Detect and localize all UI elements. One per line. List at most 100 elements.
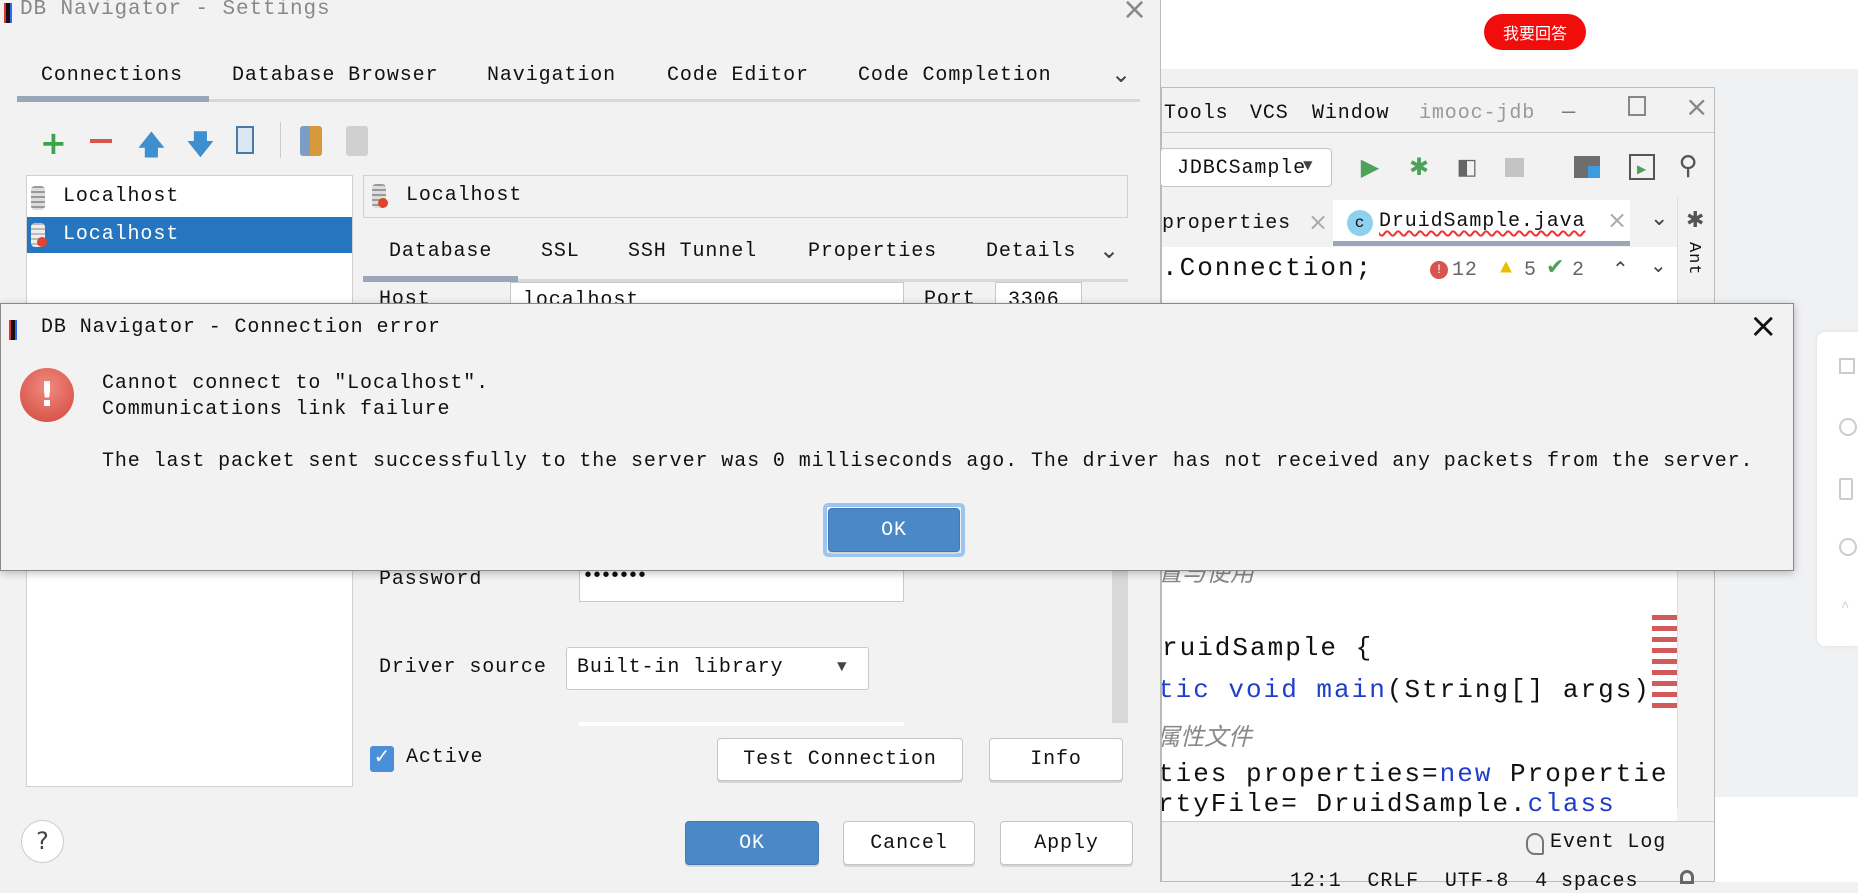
driver-source-select[interactable]: Built-in library ▼ xyxy=(566,647,869,690)
duplicate-icon[interactable] xyxy=(236,126,254,154)
scroll-top-icon[interactable]: ^ xyxy=(1841,600,1849,616)
next-highlight-icon[interactable]: ⌄ xyxy=(1650,253,1667,279)
coverage-icon[interactable]: ◧ xyxy=(1454,154,1480,182)
list-item-selected[interactable]: Localhost xyxy=(27,217,352,253)
tab-database[interactable]: Database xyxy=(389,240,492,263)
feedback-icon[interactable] xyxy=(1839,358,1855,374)
close-button[interactable]: × xyxy=(1685,90,1708,123)
error-stripe-marks[interactable] xyxy=(1652,615,1677,712)
code-line: tic void main(String[] args) xyxy=(1162,675,1651,705)
tabs-more-icon[interactable]: ⌄ xyxy=(1111,60,1131,90)
app-icon xyxy=(9,320,17,340)
tab-label: properties xyxy=(1162,212,1292,235)
stop-icon[interactable] xyxy=(1505,158,1524,177)
ant-label[interactable]: Ant xyxy=(1684,242,1703,275)
error-message-line1: Cannot connect to "Localhost". xyxy=(102,372,490,395)
code-line: ruidSample { xyxy=(1162,633,1374,663)
menu-window[interactable]: Window xyxy=(1312,102,1389,125)
error-count-icon: ! xyxy=(1430,261,1448,279)
help-button[interactable]: ? xyxy=(21,820,64,863)
error-count: 12 xyxy=(1452,259,1478,282)
run-icon[interactable]: ▶ xyxy=(1358,154,1382,183)
project-structure-icon[interactable] xyxy=(1574,156,1600,178)
maximize-button[interactable] xyxy=(1628,96,1646,116)
active-subtab-indicator xyxy=(363,276,518,282)
add-connection-icon[interactable]: + xyxy=(40,124,67,162)
connection-label: Localhost xyxy=(63,185,180,208)
help-icon[interactable] xyxy=(1839,418,1857,436)
chevron-down-icon: ▼ xyxy=(837,658,847,676)
run-config-select[interactable]: JDBCSample ▼ xyxy=(1160,148,1332,187)
settings-tabs: Connections Database Browser Navigation … xyxy=(17,60,1140,102)
tab-properties[interactable]: properties × xyxy=(1162,206,1332,246)
prev-highlight-icon[interactable]: ⌃ xyxy=(1612,257,1629,283)
tab-navigation[interactable]: Navigation xyxy=(487,64,616,87)
ant-icon[interactable]: ✱ xyxy=(1686,208,1704,234)
menu-tools[interactable]: Tools xyxy=(1164,102,1229,125)
list-item[interactable]: Localhost xyxy=(27,178,352,216)
tab-properties[interactable]: Properties xyxy=(808,240,937,263)
database-error-icon xyxy=(372,184,388,208)
dialog-title: DB Navigator - Settings xyxy=(20,0,331,21)
tab-ssh-tunnel[interactable]: SSH Tunnel xyxy=(628,240,757,263)
terminal-icon[interactable]: ▶ xyxy=(1629,154,1655,180)
event-log-button[interactable]: Event Log xyxy=(1550,831,1666,854)
active-tab-indicator xyxy=(17,96,209,102)
code-line: ties properties=new Propertie xyxy=(1162,759,1668,789)
tab-label: DruidSample.java xyxy=(1379,210,1586,233)
connection-error-dialog: DB Navigator - Connection error × ! Cann… xyxy=(0,303,1794,571)
tab-druidsample-java[interactable]: c DruidSample.java × xyxy=(1333,200,1630,246)
move-down-icon[interactable]: 🡇 xyxy=(186,124,215,172)
divider xyxy=(280,122,281,158)
cancel-button[interactable]: Cancel xyxy=(843,821,975,865)
phone-icon[interactable] xyxy=(1839,478,1853,500)
close-button[interactable]: × xyxy=(1749,306,1778,346)
info-button[interactable]: Info xyxy=(989,738,1123,781)
tab-connections[interactable]: Connections xyxy=(41,64,183,87)
menu-vcs[interactable]: VCS xyxy=(1250,102,1289,125)
connection-label: Localhost xyxy=(63,223,180,246)
chat-icon[interactable] xyxy=(1839,538,1857,556)
close-button[interactable]: × xyxy=(1122,0,1147,27)
divider xyxy=(1162,132,1714,133)
search-icon[interactable]: ⚲ xyxy=(1674,150,1702,182)
copy-connection-icon[interactable] xyxy=(300,126,322,156)
tab-database-browser[interactable]: Database Browser xyxy=(232,64,438,87)
error-message-detail: The last packet sent successfully to the… xyxy=(102,450,1754,473)
web-bottom xyxy=(1715,797,1858,882)
code-text: (String[] args) xyxy=(1386,675,1651,705)
close-tab-icon[interactable]: × xyxy=(1607,206,1628,234)
ok-button[interactable]: OK xyxy=(685,821,819,865)
next-field[interactable] xyxy=(579,722,904,726)
code-comment: 属性文件 xyxy=(1162,723,1252,751)
tab-code-editor[interactable]: Code Editor xyxy=(667,64,809,87)
tab-details[interactable]: Details xyxy=(986,240,1076,263)
minimize-button[interactable]: — xyxy=(1562,100,1575,125)
move-up-icon[interactable]: 🡅 xyxy=(137,124,166,172)
event-log-icon[interactable] xyxy=(1526,833,1544,855)
answer-button[interactable]: 我要回答 xyxy=(1484,14,1586,50)
debug-icon[interactable]: ✱ xyxy=(1406,154,1432,183)
apply-button[interactable]: Apply xyxy=(1000,821,1133,865)
driver-source-label: Driver source xyxy=(379,656,547,679)
code-keyword: new xyxy=(1439,759,1493,789)
subtabs-more-icon[interactable]: ⌄ xyxy=(1099,236,1119,266)
database-icon xyxy=(31,186,45,210)
code-line: .Connection; xyxy=(1162,253,1374,283)
code-text: Propertie xyxy=(1492,759,1669,789)
close-tab-icon[interactable]: × xyxy=(1308,208,1329,236)
tab-code-completion[interactable]: Code Completion xyxy=(858,64,1052,87)
test-connection-button[interactable]: Test Connection xyxy=(717,738,963,781)
error-ok-button[interactable]: OK xyxy=(828,508,960,552)
password-label: Password xyxy=(379,568,483,591)
paste-connection-icon xyxy=(346,126,368,156)
connection-name: Localhost xyxy=(406,184,523,207)
error-dialog-title: DB Navigator - Connection error xyxy=(41,316,441,339)
active-checkbox[interactable]: ✓ xyxy=(370,746,394,772)
weak-warning-count: 2 xyxy=(1572,259,1585,282)
tab-ssl[interactable]: SSL xyxy=(541,240,580,263)
code-text: rtyFile= DruidSample. xyxy=(1162,789,1528,819)
remove-connection-icon[interactable] xyxy=(90,139,112,143)
code-line: rtyFile= DruidSample.class xyxy=(1162,789,1616,819)
tabs-dropdown-icon[interactable]: ⌄ xyxy=(1650,206,1668,232)
